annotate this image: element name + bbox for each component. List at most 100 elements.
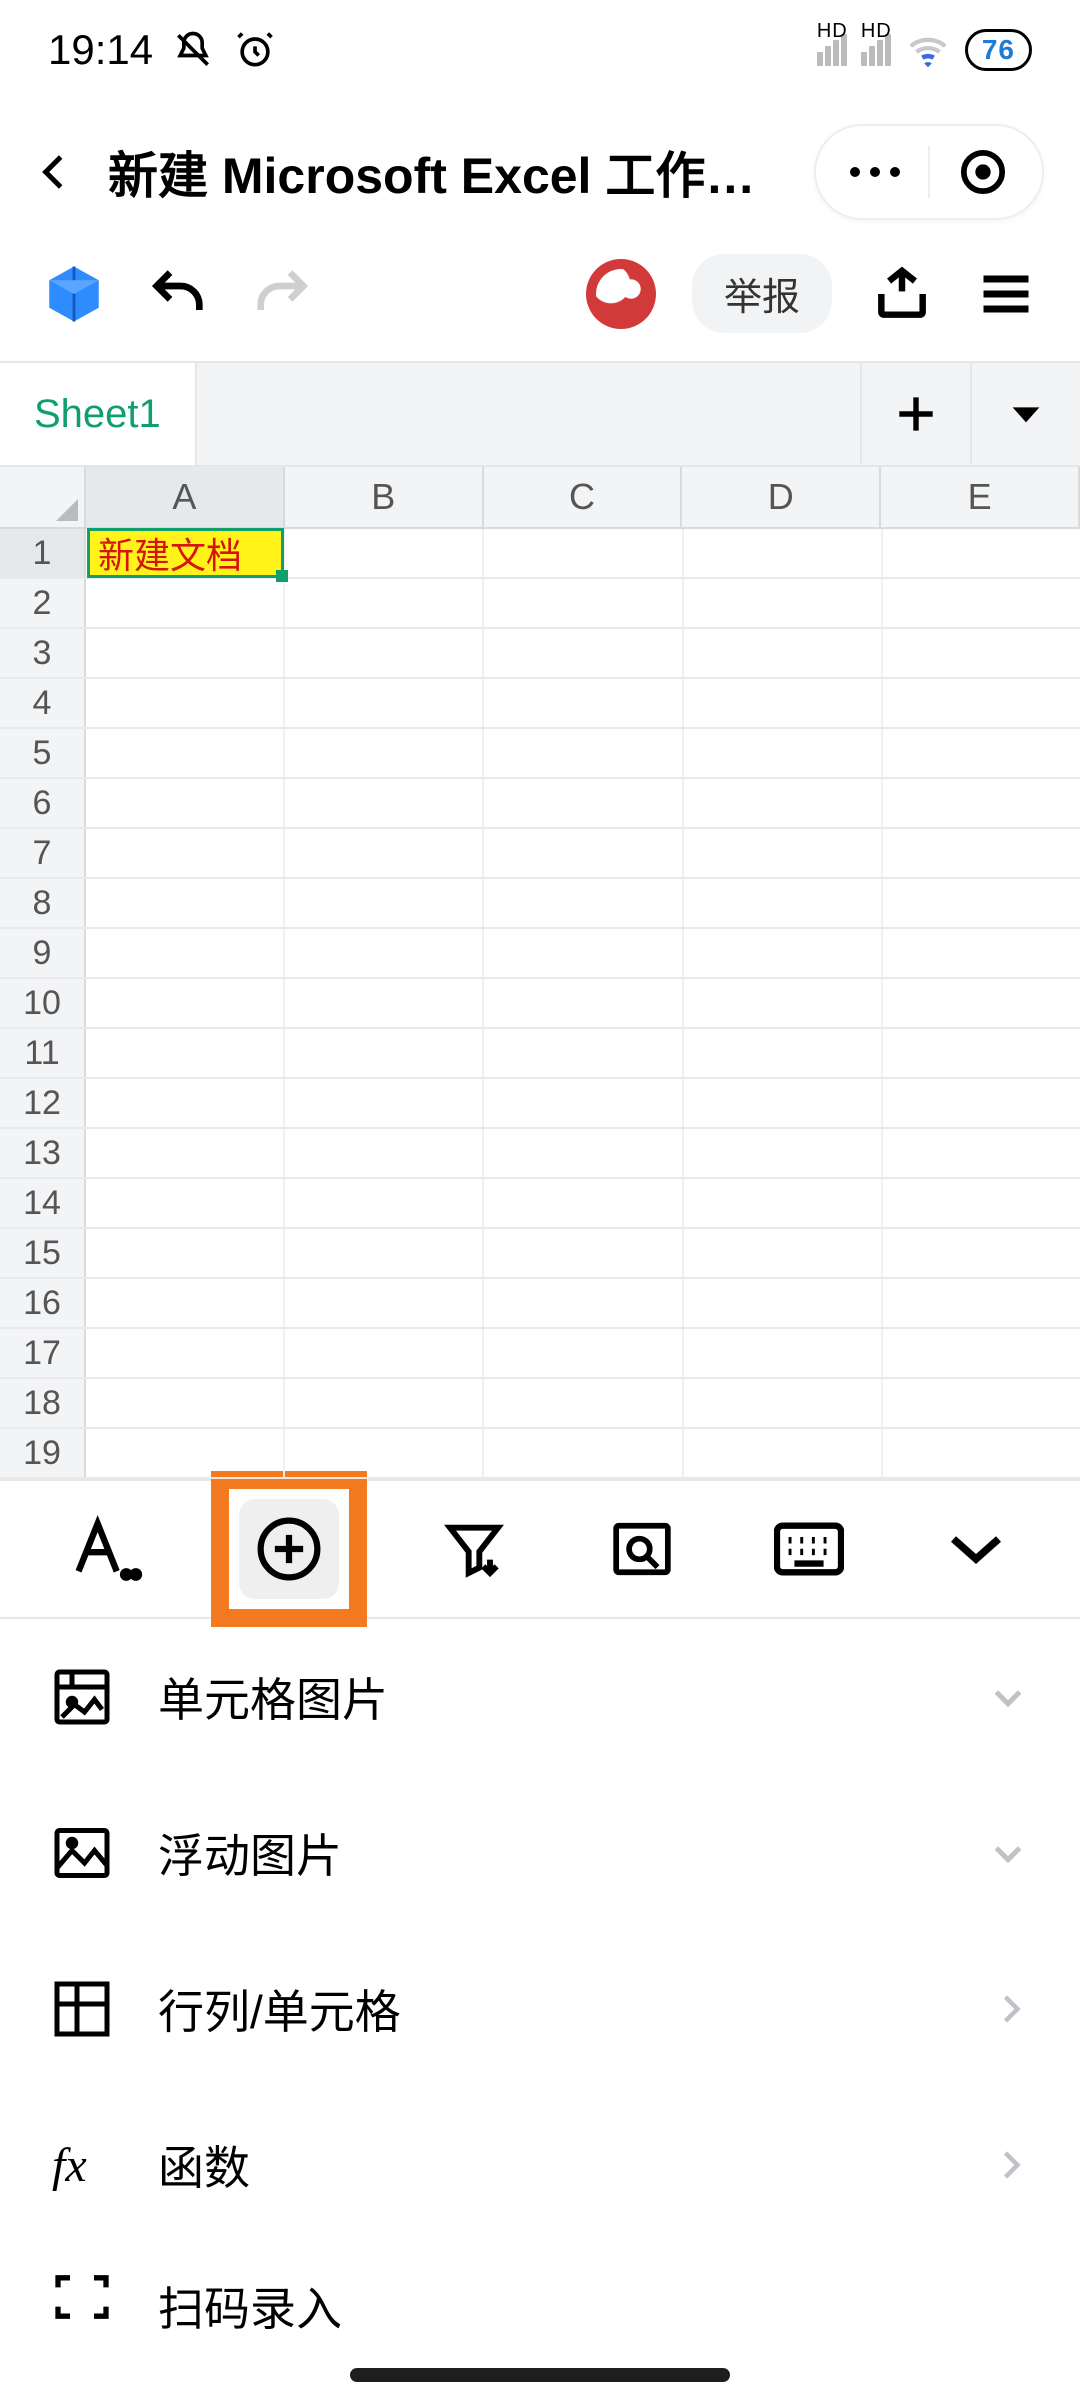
- cell[interactable]: [86, 929, 285, 977]
- cell[interactable]: [285, 529, 484, 577]
- cell[interactable]: [484, 1029, 683, 1077]
- keyboard-button[interactable]: [749, 1494, 869, 1604]
- cell[interactable]: [684, 1429, 883, 1477]
- cell[interactable]: [684, 729, 883, 777]
- column-header[interactable]: C: [484, 467, 683, 527]
- column-header[interactable]: A: [86, 467, 285, 527]
- fill-handle[interactable]: [276, 570, 288, 582]
- cell[interactable]: [883, 1429, 1080, 1477]
- cell[interactable]: [883, 1129, 1080, 1177]
- cell[interactable]: [86, 1129, 285, 1177]
- cell[interactable]: [484, 879, 683, 927]
- row-header[interactable]: 11: [0, 1029, 86, 1077]
- row-header[interactable]: 1: [0, 529, 86, 577]
- back-button[interactable]: [24, 142, 84, 202]
- cell[interactable]: [285, 629, 484, 677]
- cell[interactable]: [86, 679, 285, 727]
- cell[interactable]: [285, 1029, 484, 1077]
- app-logo-icon[interactable]: [40, 260, 108, 328]
- format-text-button[interactable]: [44, 1494, 164, 1604]
- cell[interactable]: [684, 1229, 883, 1277]
- row-header[interactable]: 10: [0, 979, 86, 1027]
- cell[interactable]: [86, 1279, 285, 1327]
- cell[interactable]: [684, 1029, 883, 1077]
- cell[interactable]: [285, 779, 484, 827]
- menu-item-rowcol-cell[interactable]: 行列/单元格: [0, 1931, 1080, 2087]
- cell[interactable]: [484, 1229, 683, 1277]
- cell[interactable]: [883, 829, 1080, 877]
- share-button[interactable]: [868, 260, 936, 328]
- insert-button[interactable]: [239, 1499, 339, 1599]
- cell[interactable]: [684, 1329, 883, 1377]
- cell[interactable]: [86, 1179, 285, 1227]
- row-header[interactable]: 7: [0, 829, 86, 877]
- row-header[interactable]: 18: [0, 1379, 86, 1427]
- cell[interactable]: [684, 1079, 883, 1127]
- sheet-tabs-empty[interactable]: [197, 363, 860, 465]
- active-cell[interactable]: 新建文档: [87, 528, 284, 578]
- cell[interactable]: [484, 779, 683, 827]
- cell[interactable]: [684, 529, 883, 577]
- cell[interactable]: [684, 779, 883, 827]
- cell[interactable]: [684, 579, 883, 627]
- cell[interactable]: [484, 1179, 683, 1227]
- row-header[interactable]: 5: [0, 729, 86, 777]
- cell[interactable]: [86, 879, 285, 927]
- cell[interactable]: [883, 679, 1080, 727]
- cell[interactable]: [86, 829, 285, 877]
- cell[interactable]: [484, 979, 683, 1027]
- spreadsheet-grid[interactable]: A B C D E 12345678910111213141516171819 …: [0, 467, 1080, 1479]
- cell[interactable]: [285, 929, 484, 977]
- cell[interactable]: [285, 879, 484, 927]
- row-header[interactable]: 9: [0, 929, 86, 977]
- column-header[interactable]: D: [682, 467, 881, 527]
- cell[interactable]: [285, 1229, 484, 1277]
- menu-item-function[interactable]: fx 函数: [0, 2087, 1080, 2243]
- row-header[interactable]: 13: [0, 1129, 86, 1177]
- cell[interactable]: [285, 1179, 484, 1227]
- cell[interactable]: [883, 979, 1080, 1027]
- cell[interactable]: [484, 1079, 683, 1127]
- row-header[interactable]: 3: [0, 629, 86, 677]
- cell[interactable]: [883, 879, 1080, 927]
- collapse-panel-button[interactable]: [916, 1494, 1036, 1604]
- cell[interactable]: [285, 579, 484, 627]
- home-indicator[interactable]: [350, 2368, 730, 2382]
- cell[interactable]: [86, 729, 285, 777]
- cell[interactable]: [883, 529, 1080, 577]
- cell[interactable]: [883, 1179, 1080, 1227]
- user-avatar[interactable]: [586, 259, 656, 329]
- cell[interactable]: [684, 929, 883, 977]
- cell[interactable]: [684, 829, 883, 877]
- row-header[interactable]: 15: [0, 1229, 86, 1277]
- cell[interactable]: [86, 629, 285, 677]
- more-menu-button[interactable]: [830, 167, 920, 177]
- cell[interactable]: [883, 1029, 1080, 1077]
- menu-button[interactable]: [972, 260, 1040, 328]
- cell[interactable]: [684, 679, 883, 727]
- cell[interactable]: [285, 1129, 484, 1177]
- cell[interactable]: [86, 1229, 285, 1277]
- cell[interactable]: [484, 1129, 683, 1177]
- cell[interactable]: [684, 1279, 883, 1327]
- add-sheet-button[interactable]: [860, 363, 970, 465]
- cell[interactable]: [285, 1279, 484, 1327]
- cell[interactable]: [883, 779, 1080, 827]
- menu-item-cell-image[interactable]: 单元格图片: [0, 1619, 1080, 1775]
- row-header[interactable]: 6: [0, 779, 86, 827]
- cell[interactable]: [684, 979, 883, 1027]
- cell[interactable]: [285, 729, 484, 777]
- cell[interactable]: [484, 829, 683, 877]
- sheets-dropdown-button[interactable]: [970, 363, 1080, 465]
- row-header[interactable]: 4: [0, 679, 86, 727]
- column-header[interactable]: B: [285, 467, 484, 527]
- filter-button[interactable]: [414, 1494, 534, 1604]
- redo-button[interactable]: [248, 260, 316, 328]
- cell[interactable]: [684, 1379, 883, 1427]
- cell[interactable]: [285, 979, 484, 1027]
- row-header[interactable]: 8: [0, 879, 86, 927]
- cell[interactable]: [86, 1429, 285, 1477]
- cell[interactable]: [883, 729, 1080, 777]
- cell[interactable]: [285, 829, 484, 877]
- cell[interactable]: [684, 629, 883, 677]
